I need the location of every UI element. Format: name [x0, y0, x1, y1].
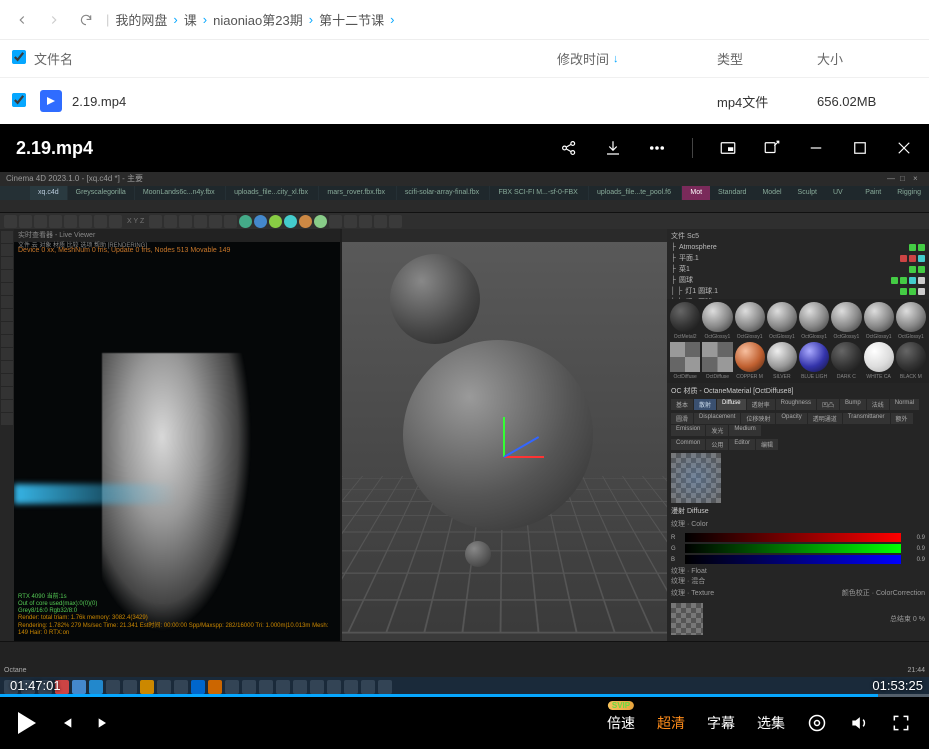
minimize-icon[interactable] — [807, 139, 825, 157]
c4d-right-panel: 文件 Sc5 ├ Atmosphere ├ 平面.1 ├ 菜1 ├ 圆球 │ ├… — [667, 229, 929, 641]
c4d-file-tabs: xq.c4d Greyscalegorilla MoonLands6c...n4… — [0, 186, 929, 200]
progress-fill — [0, 694, 878, 697]
c4d-timeline — [0, 641, 929, 665]
current-time: 01:47:01 — [10, 678, 61, 693]
crumb-2[interactable]: niaoniao第23期 — [213, 10, 303, 29]
more-icon[interactable] — [648, 139, 666, 157]
breadcrumb-nav: | 我的网盘 › 课 › niaoniao第23期 › 第十二节课 › — [0, 0, 929, 40]
video-file-icon — [40, 90, 62, 112]
volume-icon[interactable] — [849, 713, 869, 733]
speed-control[interactable]: SVIP 倍速 — [607, 713, 635, 733]
prev-button[interactable] — [58, 715, 74, 731]
file-type: mp4文件 — [717, 92, 817, 111]
total-time: 01:53:25 — [872, 678, 923, 693]
attribute-manager: OC 材质 - OctaneMaterial [OctDiffuse8] 基本散… — [667, 383, 929, 641]
next-button[interactable] — [96, 715, 112, 731]
chevron-right-icon: › — [173, 12, 177, 27]
progress-bar[interactable] — [0, 694, 929, 697]
episodes-button[interactable]: 选集 — [757, 713, 785, 733]
play-button[interactable] — [18, 712, 36, 734]
pip-icon[interactable] — [719, 139, 737, 157]
pop-out-icon[interactable] — [763, 139, 781, 157]
breadcrumb: 我的网盘 › 课 › niaoniao第23期 › 第十二节课 › — [115, 10, 394, 29]
close-icon[interactable] — [895, 139, 913, 157]
quality-control[interactable]: 超清 — [657, 713, 685, 733]
file-list-header: 文件名 修改时间↓ 类型 大小 — [0, 40, 929, 78]
c4d-toolbar: X Y Z — [0, 213, 929, 229]
col-type[interactable]: 类型 — [717, 49, 817, 68]
material-browser: OctMetal2OctGlossy1OctGlossy1OctGlossy1O… — [667, 299, 929, 384]
select-all-checkbox[interactable] — [12, 50, 26, 64]
video-viewport[interactable]: Cinema 4D 2023.1.0 - [xq.c4d *] - 主要 —□×… — [0, 172, 929, 697]
crumb-root[interactable]: 我的网盘 — [115, 10, 167, 29]
octane-live-viewer: 实时查看器 - Live Viewer 文件 云 对象 材质 比较 选项 帮助 … — [14, 229, 340, 641]
nav-separator: | — [106, 12, 109, 27]
share-icon[interactable] — [560, 139, 578, 157]
object-tree: 文件 Sc5 ├ Atmosphere ├ 平面.1 ├ 菜1 ├ 圆球 │ ├… — [667, 229, 929, 299]
video-titlebar: 2.19.mp4 — [0, 124, 929, 172]
subtitle-button[interactable]: 字幕 — [707, 713, 735, 733]
nav-back-button[interactable] — [8, 6, 36, 34]
video-title: 2.19.mp4 — [16, 138, 560, 159]
chevron-right-icon: › — [203, 12, 207, 27]
col-size[interactable]: 大小 — [817, 49, 917, 68]
file-size: 656.02MB — [817, 94, 917, 109]
crumb-3[interactable]: 第十二节课 — [319, 10, 384, 29]
col-modified[interactable]: 修改时间↓ — [557, 49, 717, 68]
c4d-menubar — [0, 200, 929, 213]
render-lightbeam — [14, 484, 177, 504]
nav-forward-button[interactable] — [40, 6, 68, 34]
maximize-icon[interactable] — [851, 139, 869, 157]
c4d-tab: xq.c4d — [30, 186, 67, 200]
player-controls: SVIP 倍速 超清 字幕 选集 — [0, 697, 929, 749]
chevron-right-icon: › — [390, 12, 394, 27]
file-checkbox[interactable] — [12, 93, 26, 107]
download-icon[interactable] — [604, 139, 622, 157]
svip-badge: SVIP — [608, 701, 634, 710]
refresh-button[interactable] — [72, 6, 100, 34]
crumb-1[interactable]: 课 — [184, 10, 197, 29]
col-filename[interactable]: 文件名 — [34, 49, 557, 68]
file-row[interactable]: 2.19.mp4 mp4文件 656.02MB — [0, 78, 929, 124]
file-name: 2.19.mp4 — [72, 94, 557, 109]
divider — [692, 138, 693, 158]
c4d-viewport — [342, 229, 668, 641]
render-stats: RTX 4090 当前:1s Out of core used(max):0(0… — [18, 594, 340, 637]
fullscreen-icon[interactable] — [891, 713, 911, 733]
c4d-titlebar: Cinema 4D 2023.1.0 - [xq.c4d *] - 主要 —□× — [0, 172, 929, 186]
chevron-right-icon: › — [309, 12, 313, 27]
settings-icon[interactable] — [807, 713, 827, 733]
c4d-left-tools — [0, 229, 14, 641]
axis-gizmo — [504, 456, 507, 459]
sort-arrow-icon: ↓ — [613, 53, 619, 65]
c4d-app-frame: Cinema 4D 2023.1.0 - [xq.c4d *] - 主要 —□×… — [0, 172, 929, 697]
